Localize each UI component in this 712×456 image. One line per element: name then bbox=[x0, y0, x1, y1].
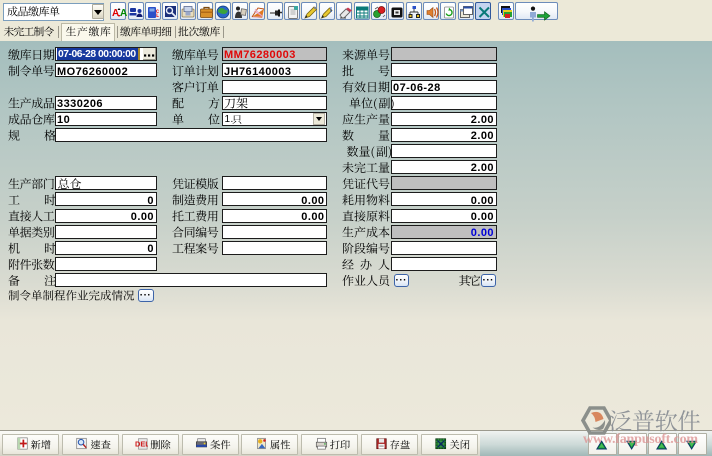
svg-text:DEL: DEL bbox=[135, 440, 148, 449]
svg-text:i: i bbox=[330, 6, 332, 14]
svg-text:A: A bbox=[120, 8, 127, 19]
svg-text:L: L bbox=[156, 13, 159, 19]
